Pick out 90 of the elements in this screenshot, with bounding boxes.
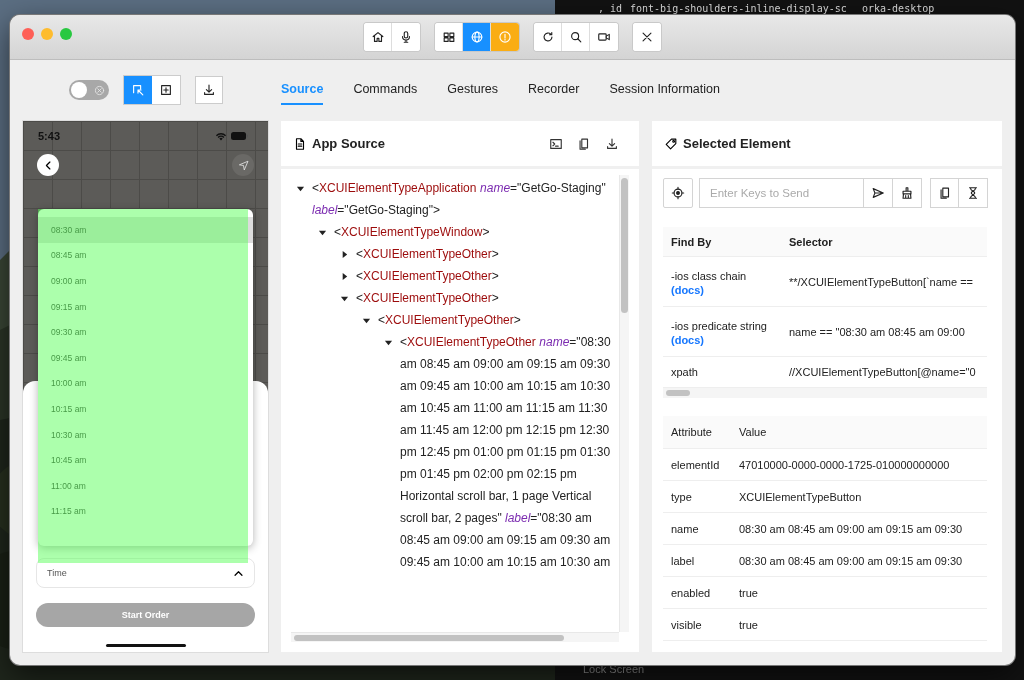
home-button[interactable] — [364, 23, 392, 51]
terminal-text: font-big-shoulders-inline-display-sc — [630, 3, 847, 14]
download-icon — [201, 83, 216, 97]
tree-node[interactable]: <XCUIElementTypeOther name="08:30 am 08:45 am 09:00 am 09:15 am 09:30 am 09:45 am 10:00 am 10:15 am 10:30 am 10:45 am 11:00 am 11:15 am 11:30 am 11:45 am 12:00 pm 12:15 pm 12:30 pm 12:45 pm 01:00 pm 01:15 pm 01:30 pm 01:45 pm 02:00 pm 02:15 pm Horizontal scroll bar, 1 page Vertical scroll bar, 2 pages" label="08:30 am 08:45 am 09:00 am 09:15 am 09:30 am 09:45 am 10:00 am 10:15 am 10:30 am — [400, 331, 619, 573]
time-option[interactable]: 08:30 am — [38, 217, 253, 243]
terminal-text: orka-desktop — [862, 3, 935, 14]
copy-icon — [937, 186, 952, 200]
download-icon[interactable] — [605, 136, 619, 151]
tap-element-button[interactable] — [663, 178, 693, 208]
table-cell: name == "08:30 am 08:45 am 09:00 — [781, 306, 987, 357]
caret-icon[interactable] — [340, 271, 349, 281]
select-cursor-icon — [130, 83, 145, 97]
panel-title: App Source — [312, 136, 386, 151]
caret-icon[interactable] — [340, 249, 349, 259]
refresh-icon — [540, 30, 555, 44]
toggle-switch[interactable] — [68, 80, 109, 100]
timing-button[interactable] — [959, 178, 988, 208]
tree-node[interactable]: <XCUIElementTypeOther> — [356, 265, 499, 287]
menu-item[interactable]: Lock Screen — [583, 663, 645, 675]
scrollbar[interactable] — [619, 175, 629, 632]
document-icon — [293, 136, 307, 151]
tree-node[interactable]: <XCUIElementTypeOther> — [356, 287, 499, 309]
status-time: 5:43 — [38, 130, 62, 142]
table-cell: **/XCUIElementTypeButton[`name == — [781, 256, 987, 307]
table-cell-text: -ios class chain — [671, 268, 748, 284]
plus-square-icon — [158, 83, 173, 97]
video-camera-icon — [597, 30, 611, 44]
tab[interactable]: Commands — [353, 75, 418, 105]
battery-icon — [231, 132, 248, 140]
tree-node[interactable]: <XCUIElementTypeApplication name="GetGo-Staging" label="GetGo-Staging"> — [312, 177, 619, 221]
tree-node[interactable]: <XCUIElementTypeOther> — [378, 309, 521, 331]
column-header: Selector — [781, 227, 987, 257]
table-cell: label — [663, 544, 731, 577]
broom-icon — [900, 186, 914, 200]
tree-node[interactable]: <XCUIElementTypeWindow> — [334, 221, 490, 243]
table-cell: true — [731, 608, 987, 641]
microphone-icon — [399, 30, 413, 44]
wifi-icon — [215, 131, 227, 141]
tab[interactable]: Source — [281, 75, 324, 105]
navigation-arrow-icon — [237, 159, 249, 171]
table-cell: XCUIElementTypeButton — [731, 480, 987, 513]
column-header: Find By — [663, 227, 781, 257]
table-cell: name — [663, 512, 731, 545]
copy-icon[interactable] — [577, 136, 591, 151]
panel-title: Selected Element — [683, 136, 792, 151]
copy-button[interactable] — [930, 178, 959, 208]
scrollbar[interactable] — [663, 388, 987, 398]
home-icon — [370, 30, 385, 44]
refresh-button[interactable] — [534, 23, 562, 51]
docs-link[interactable]: (docs) — [671, 283, 704, 296]
grid-icon — [441, 30, 456, 44]
scrollbar[interactable] — [291, 632, 619, 642]
hourglass-icon — [966, 186, 980, 200]
back-button[interactable] — [37, 154, 59, 176]
tab[interactable]: Recorder — [528, 75, 580, 105]
keys-input[interactable]: Enter Keys to Send — [699, 178, 864, 208]
field-label: Time — [47, 568, 67, 578]
location-button[interactable] — [232, 154, 254, 176]
table-cell: 47010000-0000-0000-1725-010000000000 — [731, 448, 987, 481]
table-cell: type — [663, 480, 731, 513]
search-icon — [568, 30, 583, 44]
table-cell-text: -ios predicate string — [671, 318, 768, 334]
terminal-text: , id — [598, 3, 623, 14]
docs-link[interactable]: (docs) — [671, 333, 704, 346]
table-cell: 08:30 am 08:45 am 09:00 am 09:15 am 09:30 — [731, 544, 987, 577]
tree-node[interactable]: <XCUIElementTypeOther> — [356, 243, 499, 265]
send-keys-button[interactable] — [864, 178, 893, 208]
table-cell: //XCUIElementTypeButton[@name="0 — [781, 356, 987, 388]
close-icon — [640, 30, 654, 44]
send-icon — [871, 186, 885, 200]
tag-icon — [664, 136, 678, 151]
close-circle-icon — [93, 84, 105, 96]
add-mode-button[interactable] — [151, 76, 180, 104]
download-button[interactable] — [194, 76, 223, 104]
table-cell: visible — [663, 608, 731, 641]
crosshair-icon — [671, 186, 685, 200]
column-header: Value — [731, 416, 987, 449]
column-header: Attribute — [663, 416, 731, 449]
terminal-icon[interactable] — [549, 136, 563, 151]
table-cell: enabled — [663, 576, 731, 609]
tab[interactable]: Gestures — [447, 75, 499, 105]
table-cell-text: xpath — [671, 365, 699, 380]
tab[interactable]: Session Information — [609, 75, 720, 105]
info-icon — [498, 30, 512, 44]
table-cell: 08:30 am 08:45 am 09:00 am 09:15 am 09:30 — [731, 512, 987, 545]
table-cell: true — [731, 576, 987, 609]
grid-button[interactable] — [435, 23, 463, 51]
globe-icon — [469, 30, 484, 44]
clear-button[interactable] — [893, 178, 922, 208]
table-cell: elementId — [663, 448, 731, 481]
